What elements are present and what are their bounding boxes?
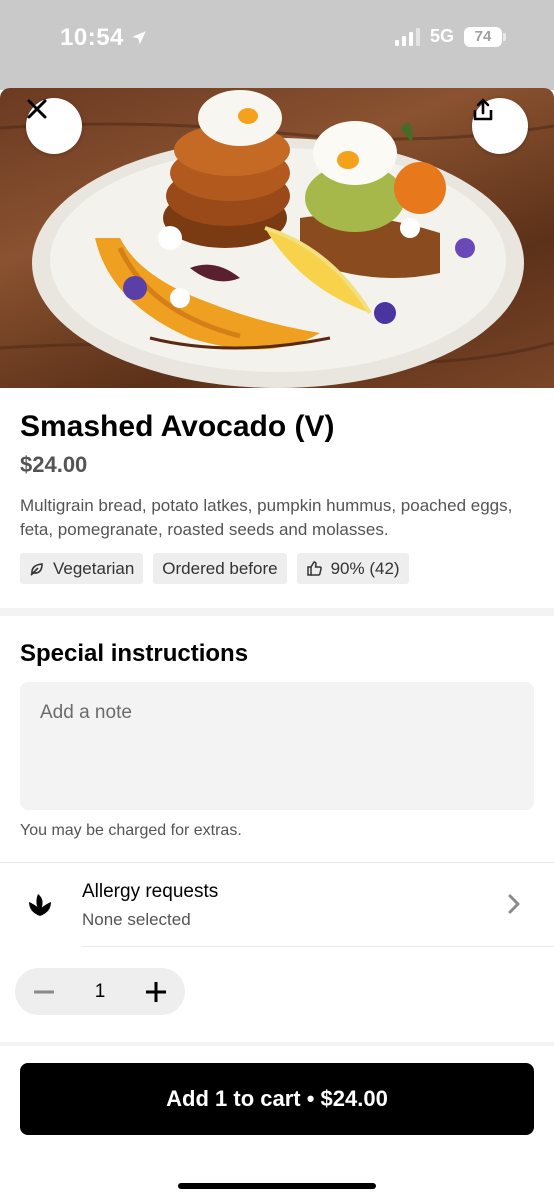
quantity-value: 1: [94, 980, 106, 1002]
special-instructions-title: Special instructions: [20, 640, 249, 667]
leaf-icon: [30, 562, 43, 576]
battery-icon: 74: [464, 26, 506, 47]
item-description: Multigrain bread, potato latkes, pumpkin…: [20, 496, 513, 539]
status-indicators: 5G 74: [394, 26, 506, 47]
tag-label: 90% (42): [330, 558, 400, 578]
footer-divider: [0, 1042, 554, 1046]
share-button[interactable]: [472, 98, 528, 154]
time-text: 10:54: [60, 24, 124, 51]
divider: [0, 862, 554, 863]
allergy-title: Allergy requests: [82, 881, 219, 902]
add-to-cart-button[interactable]: Add 1 to cart • $24.00: [20, 1063, 534, 1135]
close-button[interactable]: [26, 98, 82, 154]
share-icon: [473, 98, 493, 121]
tag-ordered-before: Ordered before: [153, 553, 287, 584]
allergy-requests-row[interactable]: Allergy requests None selected: [0, 864, 554, 946]
food-image: [0, 88, 554, 388]
divider: [82, 946, 554, 947]
tag-vegetarian: Vegetarian: [20, 553, 144, 584]
status-time: 10:54: [60, 24, 148, 52]
note-input[interactable]: [40, 702, 514, 790]
item-price: $24.00: [20, 452, 88, 477]
note-field-container: [20, 682, 534, 810]
plus-icon: [145, 981, 166, 1002]
tag-rating: 90% (42): [296, 553, 409, 584]
item-title: Smashed Avocado (V): [20, 410, 335, 443]
minus-icon: [34, 990, 54, 993]
network-label: 5G: [429, 26, 454, 46]
close-icon: [27, 99, 47, 119]
home-indicator: [178, 1183, 376, 1189]
status-bar: 10:54 5G 74: [0, 0, 554, 90]
decrease-button[interactable]: [31, 979, 57, 1005]
signal-icon: [394, 27, 420, 46]
tag-label: Vegetarian: [53, 558, 135, 578]
tag-label: Ordered before: [162, 558, 278, 578]
food-illustration: [0, 90, 554, 388]
thumbs-up-icon: [306, 561, 322, 576]
allergy-icon: [29, 894, 51, 916]
quantity-stepper: 1: [15, 968, 185, 1015]
location-arrow-icon: [132, 31, 146, 45]
battery-level: 74: [464, 26, 502, 47]
increase-button[interactable]: [143, 979, 169, 1005]
section-divider: [0, 608, 554, 616]
allergy-subtitle: None selected: [82, 910, 191, 929]
item-tags: Vegetarian Ordered before 90% (42): [20, 553, 409, 584]
chevron-right-icon: [508, 894, 520, 914]
extras-notice: You may be charged for extras.: [20, 822, 242, 839]
